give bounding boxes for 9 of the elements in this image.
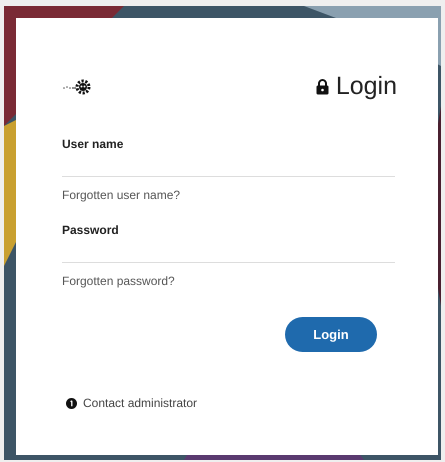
login-button[interactable]: Login bbox=[285, 317, 377, 352]
lock-icon bbox=[316, 78, 329, 94]
contact-link[interactable]: Contact administrator bbox=[83, 394, 198, 412]
forgot-link[interactable]: Forgotten user name? bbox=[62, 188, 180, 202]
field-label: User name bbox=[62, 137, 124, 151]
field-label: Password bbox=[62, 223, 120, 237]
login-title: Login bbox=[336, 74, 397, 99]
forgot-link[interactable]: Forgotten password? bbox=[62, 274, 175, 288]
info-icon bbox=[66, 398, 77, 408]
